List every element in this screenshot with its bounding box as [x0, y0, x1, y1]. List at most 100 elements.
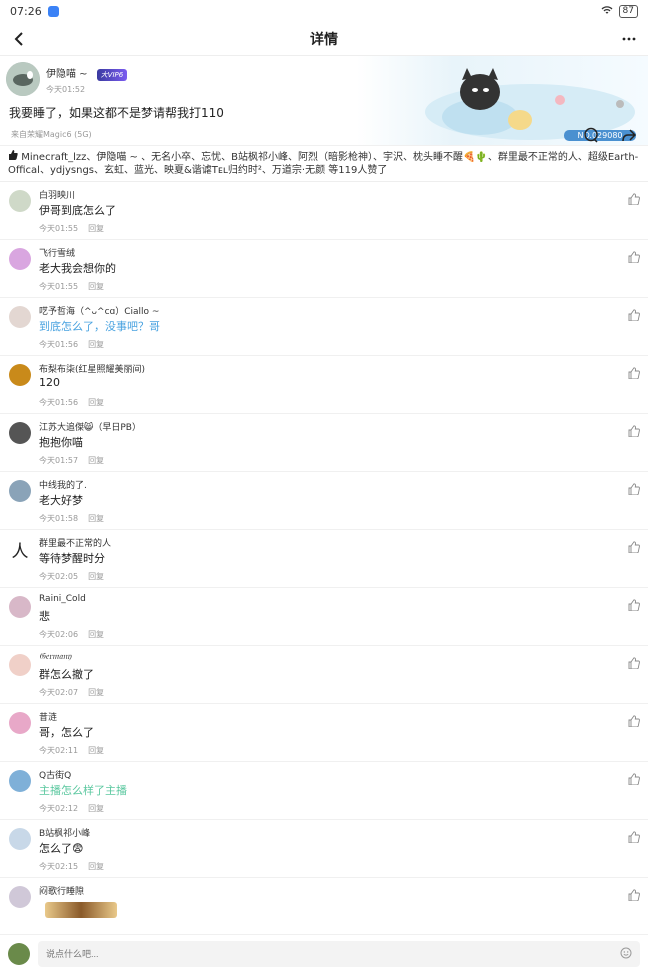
comment-item[interactable]: 呓予哲海（^ᴗ^ᴄɑ）Ciallo ~ 到底怎么了，没事吧？哥 今天01:56 回…: [0, 298, 648, 356]
commenter-name[interactable]: 𝔊𝔢𝔯𝔪𝔞𝔫𝔶: [39, 652, 71, 662]
commenter-avatar[interactable]: [9, 596, 31, 618]
comment-item[interactable]: 昔涟 哥，怎么了 今天02:11 回复: [0, 704, 648, 762]
comment-time: 今天01:55: [39, 224, 79, 233]
commenter-name[interactable]: 江苏大追傑😸（早日PB）: [39, 420, 141, 433]
like-icon[interactable]: [628, 654, 640, 673]
like-icon[interactable]: [628, 248, 640, 267]
battery-indicator: 87: [618, 4, 638, 18]
like-icon[interactable]: [628, 886, 640, 905]
likes-summary[interactable]: Minecraft_lzz、伊隐喵 ~ 、无名小卒、忘忧、B站枫祁小峰、阿烈（暗…: [0, 146, 648, 182]
commenter-avatar[interactable]: [9, 712, 31, 734]
like-icon[interactable]: [628, 306, 640, 325]
comment-text: 120: [39, 376, 60, 389]
commenter-avatar[interactable]: [9, 364, 31, 386]
my-avatar[interactable]: [8, 943, 30, 965]
like-icon[interactable]: [628, 712, 640, 731]
commenter-name[interactable]: 布梨布柒(红星照耀美丽间): [39, 362, 145, 375]
reply-button[interactable]: 回复: [88, 224, 104, 233]
comment-text: 群怎么撤了: [39, 668, 94, 681]
commenter-avatar[interactable]: 人: [9, 538, 31, 562]
comment-item[interactable]: 闷歌行睡隙: [0, 878, 648, 936]
comment-text: 伊哥到底怎么了: [39, 204, 116, 217]
like-icon[interactable]: [628, 422, 640, 441]
commenter-avatar[interactable]: [9, 770, 31, 792]
comment-time: 今天02:15: [39, 862, 79, 871]
status-time: 07:26: [10, 4, 42, 18]
reply-button[interactable]: 回复: [88, 514, 104, 523]
comment-text: 老大好梦: [39, 494, 83, 507]
comment-item[interactable]: Raini_Cold 悲 今天02:06 回复: [0, 588, 648, 646]
reply-button[interactable]: 回复: [88, 630, 104, 639]
header-bar: 详情: [0, 22, 648, 56]
commenter-name[interactable]: 昔涟: [39, 710, 57, 723]
comment-input-bar: [0, 934, 648, 973]
commenter-name[interactable]: B站枫祁小峰: [39, 826, 90, 839]
like-icon[interactable]: [628, 596, 640, 615]
like-icon[interactable]: [628, 364, 640, 383]
comment-time: 今天01:55: [39, 282, 79, 291]
commenter-name[interactable]: 白羽映川: [39, 188, 75, 201]
like-icon[interactable]: [628, 770, 640, 789]
commenter-name[interactable]: Raini_Cold: [39, 594, 86, 604]
author-avatar[interactable]: [6, 62, 40, 96]
commenter-avatar[interactable]: [9, 190, 31, 212]
reply-button[interactable]: 回复: [88, 456, 104, 465]
commenter-name[interactable]: 飞行雪绒: [39, 246, 75, 259]
commenter-avatar[interactable]: [9, 422, 31, 444]
comment-item[interactable]: Q古街Q 主播怎么样了主播 今天02:12 回复: [0, 762, 648, 820]
commenter-avatar[interactable]: [9, 654, 31, 676]
like-icon[interactable]: [628, 828, 640, 847]
reply-button[interactable]: 回复: [88, 398, 104, 407]
comment-item[interactable]: 人 群里最不正常的人 等待梦醒时分 今天02:05 回复: [0, 530, 648, 588]
comment-time: 今天02:11: [39, 746, 79, 755]
commenter-avatar[interactable]: [9, 828, 31, 850]
comment-time: 今天01:57: [39, 456, 79, 465]
commenter-name[interactable]: 中线我的了.: [39, 478, 87, 491]
comment-list: 白羽映川 伊哥到底怎么了 今天01:55 回复 飞行雪绒 老大我会想你的 今天01…: [0, 182, 648, 936]
commenter-avatar[interactable]: [9, 306, 31, 328]
comment-item[interactable]: 布梨布柒(红星照耀美丽间) 120 今天01:56 回复: [0, 356, 648, 414]
comment-time: 今天02:05: [39, 572, 79, 581]
comment-item[interactable]: 𝔊𝔢𝔯𝔪𝔞𝔫𝔶 群怎么撤了 今天02:07 回复: [0, 646, 648, 704]
commenter-avatar[interactable]: [9, 886, 31, 908]
share-icon-button[interactable]: [618, 124, 640, 146]
comment-item[interactable]: 飞行雪绒 老大我会想你的 今天01:55 回复: [0, 240, 648, 298]
comment-input-wrapper[interactable]: [38, 941, 640, 967]
like-icon[interactable]: [628, 480, 640, 499]
more-options-button[interactable]: [618, 28, 640, 50]
reply-button[interactable]: 回复: [88, 688, 104, 697]
comment-time: 今天02:07: [39, 688, 79, 697]
commenter-name[interactable]: Q古街Q: [39, 768, 71, 781]
commenter-name[interactable]: 呓予哲海（^ᴗ^ᴄɑ）Ciallo ~: [39, 304, 159, 317]
commenter-name[interactable]: 闷歌行睡隙: [39, 884, 84, 897]
back-button[interactable]: [8, 28, 30, 50]
author-name[interactable]: 伊隐喵 ~: [46, 69, 88, 80]
comment-input[interactable]: [46, 949, 620, 959]
comment-item[interactable]: 白羽映川 伊哥到底怎么了 今天01:55 回复: [0, 182, 648, 240]
comment-item[interactable]: B站枫祁小峰 怎么了😨 今天02:15 回复: [0, 820, 648, 878]
reply-button[interactable]: 回复: [88, 282, 104, 291]
commenter-name[interactable]: 群里最不正常的人: [39, 536, 111, 549]
comment-time: 今天01:58: [39, 514, 79, 523]
page-title: 详情: [310, 31, 338, 48]
like-icon[interactable]: [628, 538, 640, 557]
comment-text: 抱抱你喵: [39, 436, 83, 449]
commenter-avatar[interactable]: [9, 480, 31, 502]
comment-item[interactable]: 江苏大追傑😸（早日PB） 抱抱你喵 今天01:57 回复: [0, 414, 648, 472]
emoji-icon[interactable]: [620, 947, 632, 962]
like-icon[interactable]: [628, 190, 640, 209]
reply-button[interactable]: 回复: [88, 572, 104, 581]
comment-icon-button[interactable]: [580, 124, 602, 146]
comment-sticker: [45, 902, 117, 918]
vip-badge: 大VIP6: [96, 69, 128, 81]
commenter-avatar[interactable]: [9, 248, 31, 270]
comment-time: 今天01:56: [39, 340, 79, 349]
post-time: 今天01:52: [46, 85, 86, 94]
reply-button[interactable]: 回复: [88, 804, 104, 813]
post-content: 我要睡了，如果这都不是梦请帮我打110: [9, 106, 224, 120]
reply-button[interactable]: 回复: [88, 746, 104, 755]
comment-item[interactable]: 中线我的了. 老大好梦 今天01:58 回复: [0, 472, 648, 530]
comment-text: 到底怎么了，没事吧？哥: [39, 320, 160, 333]
reply-button[interactable]: 回复: [88, 862, 104, 871]
reply-button[interactable]: 回复: [88, 340, 104, 349]
